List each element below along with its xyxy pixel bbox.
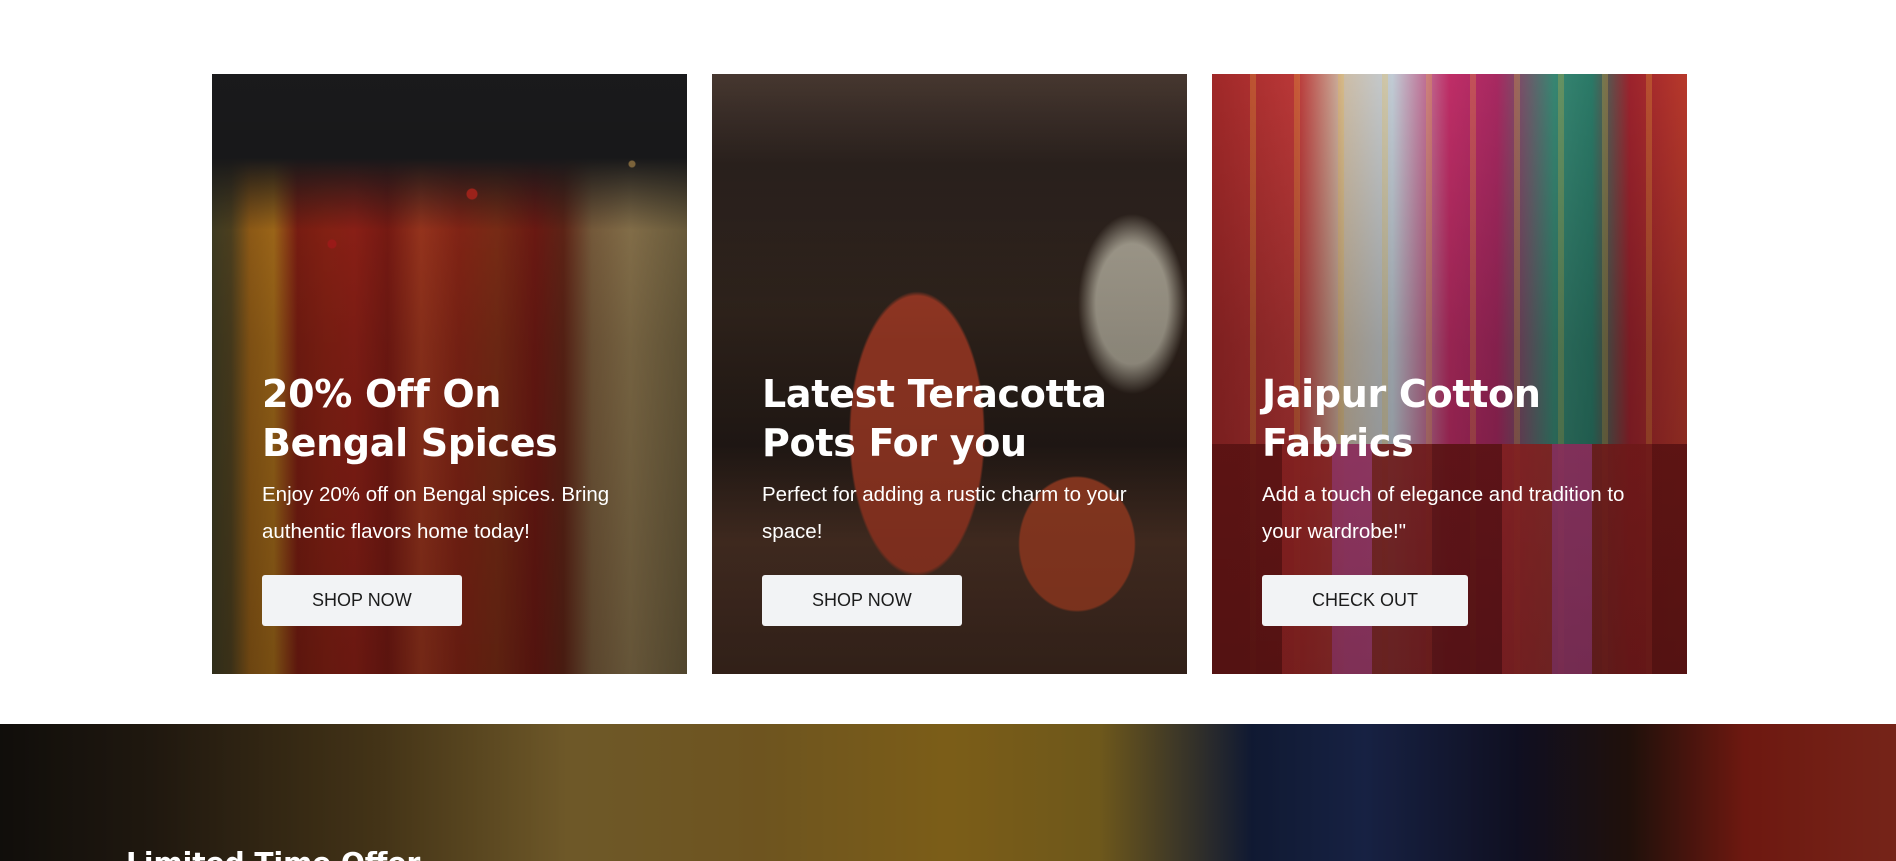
promo-card-title: Latest Teracotta Pots For you xyxy=(762,372,1107,465)
shop-now-button[interactable]: SHOP NOW xyxy=(762,575,962,626)
shop-now-button[interactable]: SHOP NOW xyxy=(262,575,462,626)
limited-offer-banner: Limited Time Offer xyxy=(0,724,1896,861)
promo-card-description: Perfect for adding a rustic charm to you… xyxy=(762,483,1127,543)
promo-card-description: Add a touch of elegance and tradition to… xyxy=(1262,483,1625,543)
promo-cards-row: 20% Off On Bengal Spices Enjoy 20% off o… xyxy=(212,74,1687,674)
promo-card-title: Jaipur Cotton Fabrics xyxy=(1262,372,1541,465)
banner-overlay xyxy=(0,724,1896,861)
check-out-button[interactable]: CHECK OUT xyxy=(1262,575,1469,626)
banner-heading: Limited Time Offer xyxy=(126,846,420,861)
promo-card-fabrics: Jaipur Cotton Fabrics Add a touch of ele… xyxy=(1212,74,1687,674)
promo-card-pots: Latest Teracotta Pots For you Perfect fo… xyxy=(712,74,1187,674)
promo-card-description: Enjoy 20% off on Bengal spices. Bring au… xyxy=(262,483,610,543)
promo-card-title: 20% Off On Bengal Spices xyxy=(262,372,558,465)
promo-card-content: Latest Teracotta Pots For you Perfect fo… xyxy=(762,370,1147,626)
promo-card-content: 20% Off On Bengal Spices Enjoy 20% off o… xyxy=(262,370,647,626)
promo-card-content: Jaipur Cotton Fabrics Add a touch of ele… xyxy=(1262,370,1647,626)
promo-card-spices: 20% Off On Bengal Spices Enjoy 20% off o… xyxy=(212,74,687,674)
